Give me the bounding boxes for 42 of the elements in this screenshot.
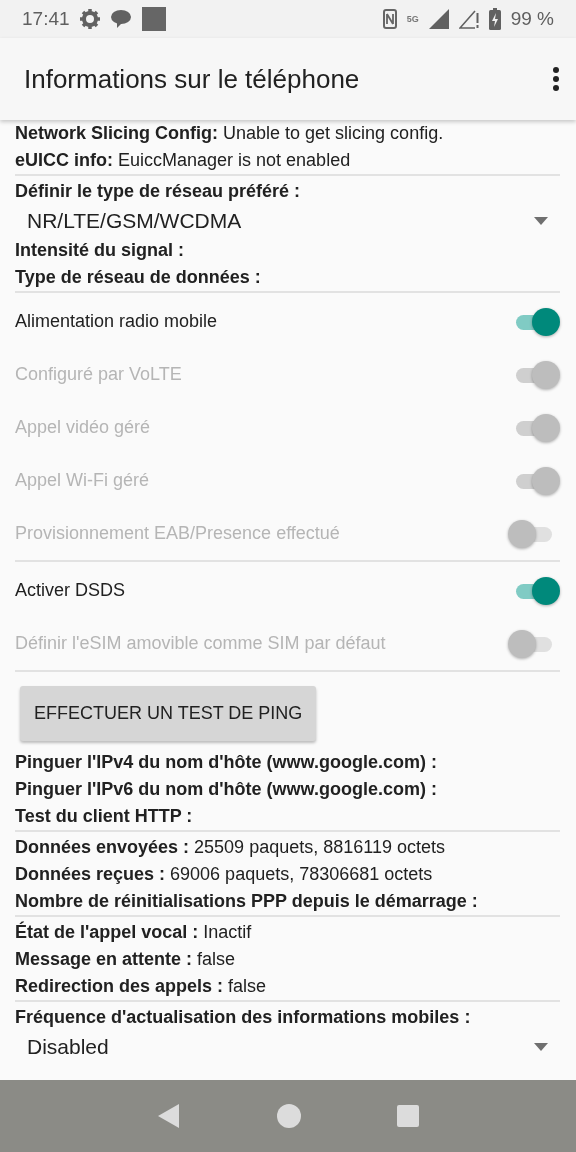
network-type: 5G [406, 14, 419, 24]
dropdown-arrow-icon [534, 217, 548, 225]
dropdown-arrow-icon [534, 1043, 548, 1051]
recents-icon[interactable] [396, 1105, 419, 1127]
chat-bubble-icon [109, 9, 132, 29]
no-signal-icon [458, 9, 479, 29]
overflow-menu-icon[interactable] [552, 66, 560, 92]
setting-label: Alimentation radio mobile [15, 311, 219, 332]
gear-icon [79, 9, 100, 29]
setting-label: Configuré par VoLTE [15, 364, 183, 385]
dropdown[interactable]: NR/LTE/GSM/WCDMA [15, 205, 560, 237]
setting-label: Appel vidéo géré [15, 417, 152, 438]
ping-test-button[interactable]: EFFECTUER UN TEST DE PING [20, 686, 317, 741]
battery-level: 99 % [510, 8, 554, 30]
info-line: Pinguer l'IPv4 du nom d'hôte (www.google.com) : [15, 751, 438, 774]
info-line: Pinguer l'IPv6 du nom d'hôte (www.google.com) : [15, 778, 438, 801]
info-line: Network Slicing Config: Unable to get slicing config. [15, 122, 445, 145]
info-line: eUICC info: EuiccManager is not enabled [15, 149, 352, 172]
info-line: Données reçues : 69006 paquets, 78306681 octets [15, 863, 434, 886]
home-icon[interactable] [276, 1103, 302, 1129]
info-line: Type de réseau de données : [15, 266, 262, 289]
info-line: Test du client HTTP : [15, 805, 194, 828]
signal-icon [428, 9, 449, 29]
info-line: Intensité du signal : [15, 239, 185, 262]
info-line: Message en attente : false [15, 948, 237, 971]
setting-label: Activer DSDS [15, 580, 127, 601]
info-line: État de l'appel vocal : Inactif [15, 920, 253, 944]
square-logo-icon [141, 7, 166, 31]
nfc-icon [382, 9, 397, 29]
dropdown[interactable]: Disabled [15, 1031, 560, 1063]
info-line: Données envoyées : 25509 paquets, 8816119 octets [15, 836, 446, 859]
setting-label: Provisionnement EAB/Presence effectué [15, 523, 341, 544]
screen-title: Informations sur le téléphone [24, 63, 361, 95]
battery-charging-icon [488, 8, 501, 30]
setting-label: Appel Wi-Fi géré [15, 470, 151, 491]
setting-label: Définir l'eSIM amovible comme SIM par défaut [15, 633, 387, 654]
back-icon[interactable] [157, 1103, 182, 1129]
clock: 17:41 [22, 8, 70, 30]
info-line: Redirection des appels : false [15, 975, 268, 998]
info-line: Définir le type de réseau préféré : [15, 180, 302, 203]
info-line: Fréquence d'actualisation des informations mobiles : [15, 1006, 472, 1029]
info-line: Nombre de réinitialisations PPP depuis le démarrage : [15, 890, 479, 913]
